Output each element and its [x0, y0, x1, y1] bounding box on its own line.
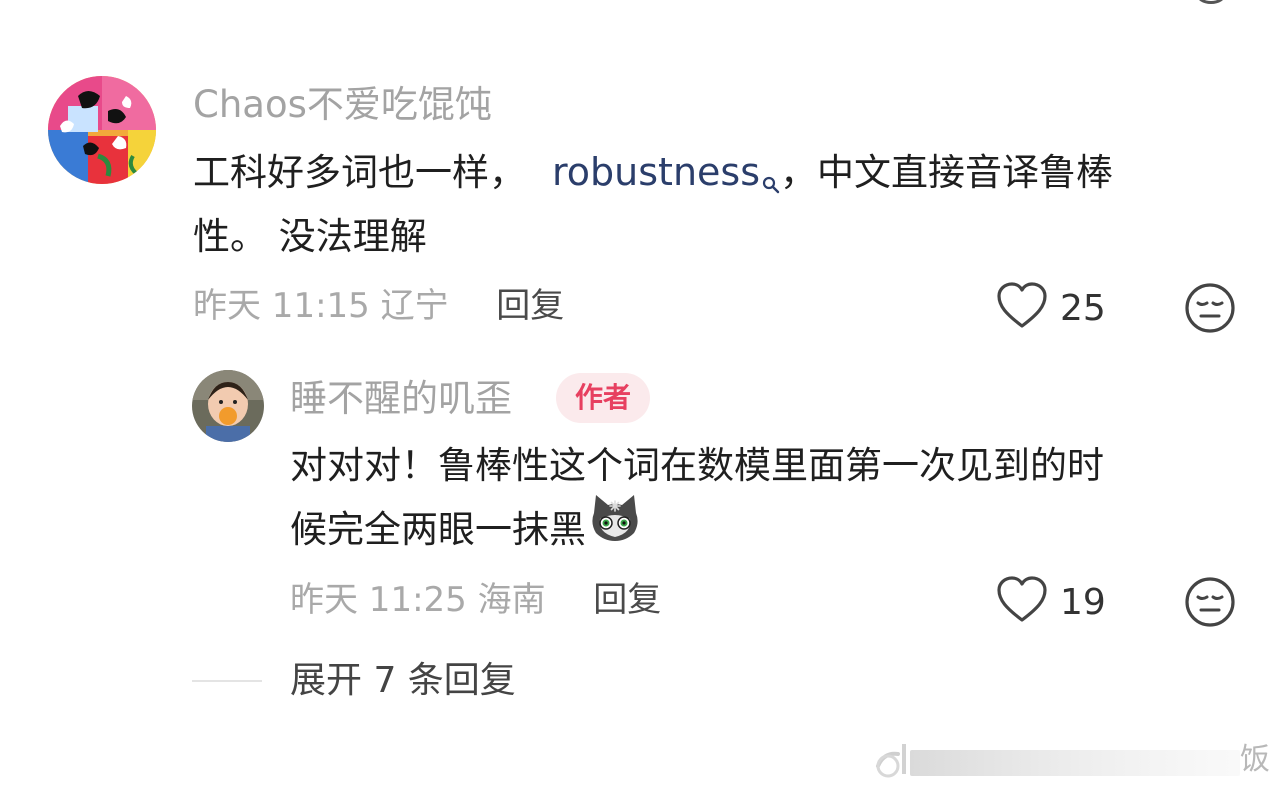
reply-time: 昨天 11:25	[290, 580, 467, 620]
meh-face-icon[interactable]	[1184, 576, 1236, 628]
expand-replies-button[interactable]: 展开 7 条回复	[290, 659, 516, 703]
reply-like-button[interactable]: 19	[996, 574, 1106, 630]
expand-divider	[192, 680, 262, 682]
reply-username[interactable]: 睡不醒的叽歪	[290, 377, 512, 421]
comment-line-2: 性。 没法理解	[193, 215, 427, 258]
heart-icon	[996, 282, 1048, 334]
meh-face-icon[interactable]	[1184, 282, 1236, 334]
cropped-top-icon	[1196, 0, 1226, 4]
reply-like-count: 19	[1060, 581, 1106, 623]
reply-meta: 昨天 11:25 海南 回复	[290, 578, 661, 622]
like-button[interactable]: 25	[996, 280, 1106, 336]
comment-text-before-link: 工科好多词也一样，	[193, 151, 526, 194]
like-count: 25	[1060, 287, 1106, 329]
heart-icon	[996, 576, 1048, 628]
cat-emoji-icon	[588, 493, 642, 563]
reply-location: 海南	[477, 580, 546, 620]
watermark-text: 饭	[1240, 742, 1270, 777]
comment-time: 昨天 11:15	[193, 286, 370, 326]
watermark-logo-icon	[870, 736, 1250, 784]
avatar[interactable]	[48, 76, 156, 184]
comment-line-1: 工科好多词也一样， robustness ，中文直接音译鲁棒	[193, 140, 1223, 205]
comment-meta: 昨天 11:15 辽宁 回复	[193, 284, 564, 328]
keyword-link[interactable]: robustness	[552, 150, 760, 194]
reply-line-2-text: 候完全两眼一抹黑	[290, 508, 586, 551]
reply-avatar[interactable]	[192, 370, 264, 442]
search-icon[interactable]	[762, 150, 780, 194]
comment-body: 工科好多词也一样， robustness ，中文直接音译鲁棒 性。 没法理解	[193, 140, 1223, 269]
reply-line-1: 对对对！鲁棒性这个词在数模里面第一次见到的时	[290, 444, 1104, 487]
comment-text-after-link: ，中文直接音译鲁棒	[780, 151, 1113, 194]
reply-button[interactable]: 回复	[496, 286, 564, 326]
username[interactable]: Chaos不爱吃馄饨	[193, 83, 492, 127]
reply-body: 对对对！鲁棒性这个词在数模里面第一次见到的时 候完全两眼一抹黑	[290, 434, 1250, 563]
reply-line-2: 候完全两眼一抹黑	[290, 494, 1250, 563]
reply-reply-button[interactable]: 回复	[593, 580, 661, 620]
author-badge: 作者	[556, 373, 650, 423]
comment-location: 辽宁	[380, 286, 449, 326]
